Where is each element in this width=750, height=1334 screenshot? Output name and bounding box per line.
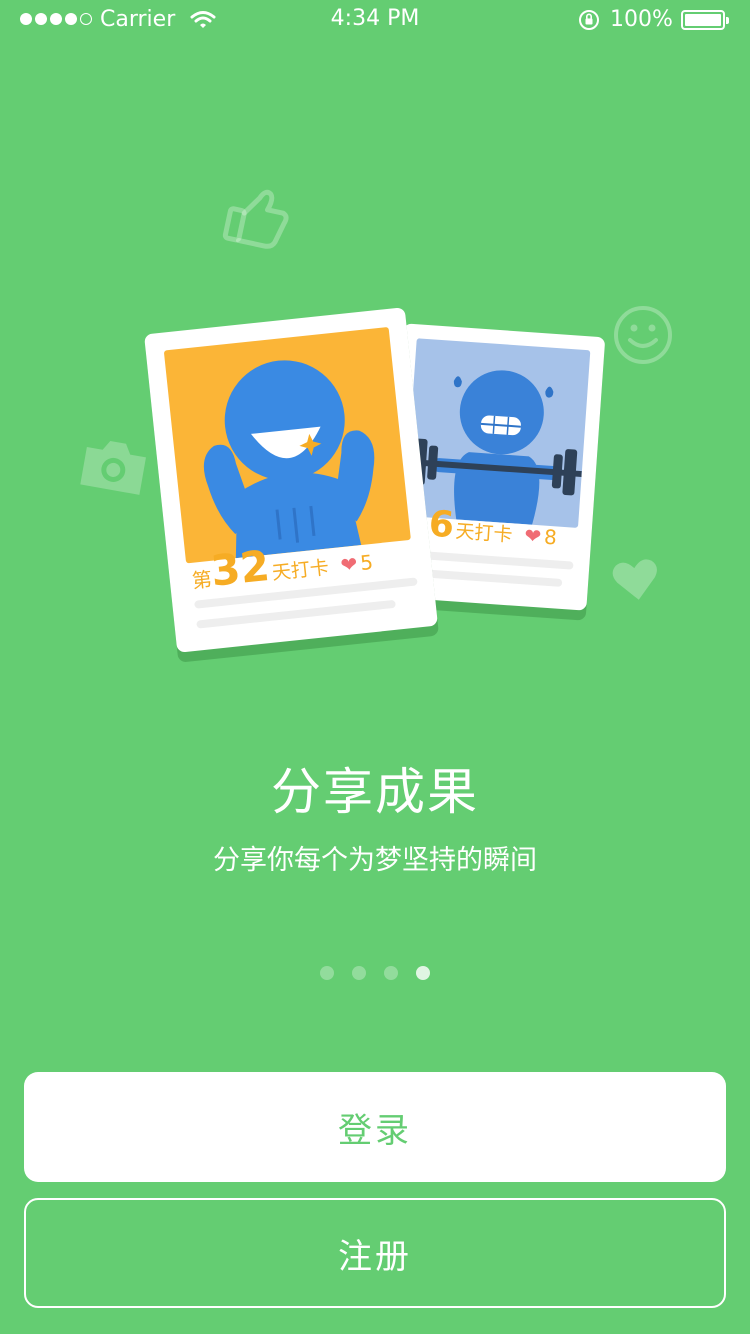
page-dot-3[interactable] <box>384 966 398 980</box>
like-count-value: 5 <box>359 549 375 576</box>
thumbs-up-icon <box>222 189 289 249</box>
login-button[interactable]: 登录 <box>24 1072 726 1182</box>
checkin-days: 32 <box>208 540 272 596</box>
like-heart-icon: ❤ <box>339 551 359 578</box>
checkin-suffix: 天打卡 <box>454 520 514 547</box>
status-bar: Carrier 4:34 PM 100% <box>0 0 750 40</box>
register-button[interactable]: 注册 <box>24 1198 726 1308</box>
flexing-figure-illustration <box>163 326 411 564</box>
page-dot-2[interactable] <box>352 966 366 980</box>
battery-percent: 100% <box>610 7 673 32</box>
rotation-lock-icon <box>579 10 599 30</box>
achievement-card-32: 第 32 天打卡 ❤5 <box>143 307 439 653</box>
heart-icon <box>612 559 657 600</box>
like-count: ❤8 <box>524 523 558 549</box>
like-count: ❤5 <box>339 550 374 577</box>
battery-icon <box>681 10 729 30</box>
like-count-value: 8 <box>543 524 558 550</box>
smiley-icon <box>614 306 672 364</box>
weightlifter-illustration <box>404 338 591 528</box>
checkin-suffix: 天打卡 <box>270 556 330 585</box>
page-title: 分享成果 <box>271 763 479 821</box>
page-dot-4[interactable] <box>416 966 430 980</box>
camera-icon <box>80 440 146 495</box>
like-heart-icon: ❤ <box>523 523 542 549</box>
page-subtitle: 分享你每个为梦坚持的瞬间 <box>213 845 537 876</box>
page-dot-1[interactable] <box>320 966 334 980</box>
page-indicator <box>320 966 430 980</box>
